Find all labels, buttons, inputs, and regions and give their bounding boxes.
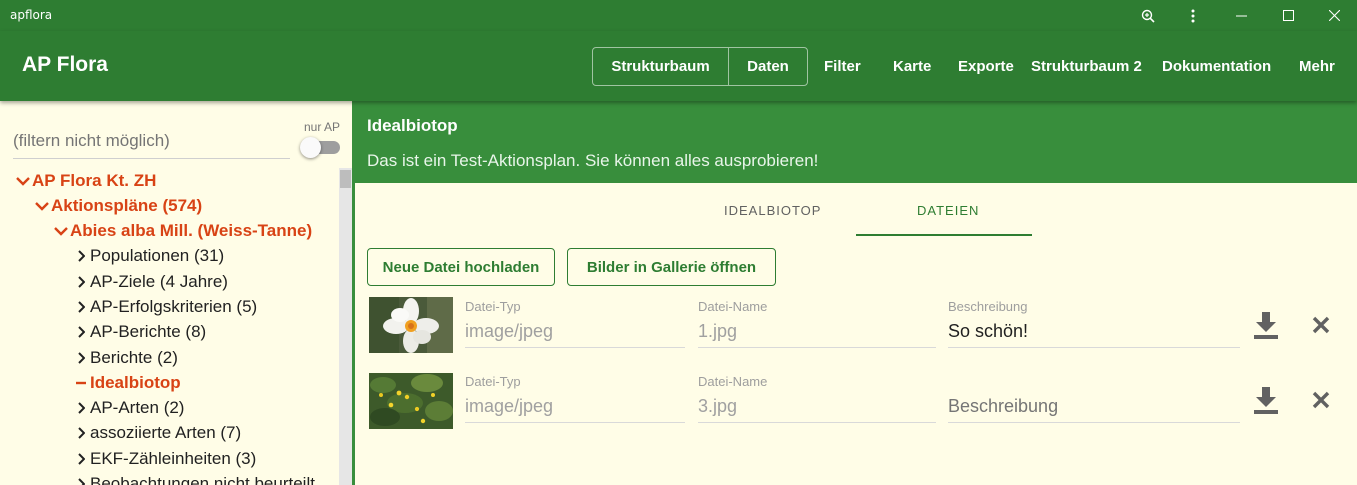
tree-node[interactable]: EKF-Zähleinheiten (3) — [72, 447, 256, 471]
nav-strukturbaum-button[interactable]: Strukturbaum — [593, 48, 729, 85]
detail-header: Idealbiotop Das ist ein Test-Aktionsplan… — [355, 101, 1357, 183]
tree-node-label: AP-Berichte (8) — [90, 322, 207, 341]
tree-node-label: AP-Arten (2) — [90, 398, 185, 417]
delete-file-icon[interactable] — [1306, 385, 1336, 415]
tree-node-label: Idealbiotop — [90, 373, 181, 392]
tree-node-label: EKF-Zähleinheiten (3) — [90, 449, 257, 468]
file-description-label — [948, 374, 1240, 389]
file-description-field[interactable]: Beschreibung — [948, 374, 1240, 423]
file-type-value: image/jpeg — [465, 321, 685, 348]
nav-strukturbaum2-button[interactable]: Strukturbaum 2 — [1031, 58, 1142, 75]
file-name-label: Datei-Name — [698, 299, 768, 314]
scrollbar-thumb[interactable] — [340, 170, 351, 188]
file-name-label: Datei-Name — [698, 374, 768, 389]
maximize-icon[interactable] — [1265, 0, 1311, 31]
app-bar: AP Flora Strukturbaum Daten Filter Karte… — [0, 31, 1357, 101]
more-vert-icon[interactable] — [1170, 0, 1216, 31]
window-titlebar: apflora — [0, 0, 1357, 31]
download-icon[interactable] — [1251, 310, 1281, 340]
nav-dokumentation-button[interactable]: Dokumentation — [1162, 58, 1271, 75]
upload-file-button[interactable]: Neue Datei hochladen — [367, 248, 555, 286]
nav-mehr-button[interactable]: Mehr — [1299, 58, 1335, 75]
tree-node[interactable]: AP-Arten (2) — [72, 396, 184, 420]
only-ap-label: nur AP — [304, 120, 341, 134]
chevron-right-icon — [72, 276, 90, 288]
chevron-right-icon — [72, 427, 90, 439]
chevron-right-icon — [72, 478, 90, 485]
file-description-label: Beschreibung — [948, 299, 1028, 314]
file-name-field: Datei-Name 3.jpg — [698, 374, 936, 423]
nav-toggle-group: Strukturbaum Daten — [592, 47, 808, 86]
file-description-input[interactable]: Beschreibung — [948, 396, 1240, 423]
tree-panel: (filtern nicht möglich) nur AP AP Flora … — [0, 101, 352, 485]
tree-node-label: assoziierte Arten (7) — [90, 423, 242, 442]
tree-node[interactable]: AP-Erfolgskriterien (5) — [72, 295, 257, 319]
tree-node-label: AP-Erfolgskriterien (5) — [90, 297, 258, 316]
chevron-right-icon — [72, 326, 90, 338]
tree-node[interactable]: Aktionspläne (574) — [33, 194, 202, 218]
tree-node-label: Abies alba Mill. (Weiss-Tanne) — [70, 221, 313, 240]
chevron-right-icon — [72, 301, 90, 313]
tree-node-label: Populationen (31) — [90, 246, 225, 265]
dash-icon — [72, 381, 90, 385]
tree-node[interactable]: AP-Berichte (8) — [72, 320, 206, 344]
chevron-right-icon — [72, 453, 90, 465]
tree-node[interactable]: Beobachtungen nicht beurteilt — [72, 472, 315, 485]
nav-karte-button[interactable]: Karte — [893, 58, 931, 75]
tree-node[interactable]: Berichte (2) — [72, 346, 178, 370]
nav-filter-button[interactable]: Filter — [824, 58, 861, 75]
file-name-value: 3.jpg — [698, 396, 936, 423]
chevron-down-icon — [14, 176, 32, 186]
detail-panel: Idealbiotop Das ist ein Test-Aktionsplan… — [352, 101, 1357, 485]
open-gallery-button[interactable]: Bilder in Gallerie öffnen — [567, 248, 776, 286]
tree-node-label: AP Flora Kt. ZH — [32, 171, 157, 190]
delete-file-icon[interactable] — [1306, 310, 1336, 340]
nav-daten-button[interactable]: Daten — [729, 48, 807, 85]
only-ap-switch[interactable] — [300, 137, 340, 158]
tree-node-label: Berichte (2) — [90, 348, 178, 367]
tree-node[interactable]: assoziierte Arten (7) — [72, 421, 241, 445]
tab-dateien[interactable]: DATEIEN — [917, 203, 979, 218]
tab-indicator — [856, 234, 1032, 236]
tab-idealbiotop[interactable]: IDEALBIOTOP — [724, 203, 821, 218]
file-name-value: 1.jpg — [698, 321, 936, 348]
tree-node[interactable]: Populationen (31) — [72, 244, 224, 268]
chevron-down-icon — [33, 201, 51, 211]
file-description-field[interactable]: Beschreibung So schön! — [948, 299, 1240, 348]
chevron-right-icon — [72, 352, 90, 364]
nav-exporte-button[interactable]: Exporte — [958, 58, 1014, 75]
file-type-field: Datei-Typ image/jpeg — [465, 299, 685, 348]
tree-filter-input[interactable]: (filtern nicht möglich) — [13, 131, 290, 159]
tree-node[interactable]: AP Flora Kt. ZH — [14, 169, 156, 193]
file-thumbnail[interactable] — [369, 373, 453, 429]
download-icon[interactable] — [1251, 385, 1281, 415]
tree-scrollbar[interactable] — [339, 168, 352, 485]
close-icon[interactable] — [1311, 0, 1357, 31]
file-type-value: image/jpeg — [465, 396, 685, 423]
file-type-label: Datei-Typ — [465, 374, 521, 389]
switch-thumb — [300, 137, 321, 158]
chevron-right-icon — [72, 250, 90, 262]
file-name-field: Datei-Name 1.jpg — [698, 299, 936, 348]
tree-node[interactable]: AP-Ziele (4 Jahre) — [72, 270, 228, 294]
window-title: apflora — [10, 8, 53, 22]
app-title: AP Flora — [22, 53, 108, 76]
zoom-icon[interactable] — [1125, 0, 1171, 31]
file-description-input[interactable]: So schön! — [948, 321, 1240, 348]
minimize-icon[interactable] — [1218, 0, 1264, 31]
tree-node-active[interactable]: Idealbiotop — [72, 371, 181, 395]
tree-node-label: Beobachtungen nicht beurteilt — [90, 474, 315, 485]
file-thumbnail[interactable] — [369, 297, 453, 353]
detail-title: Idealbiotop — [367, 116, 458, 135]
file-type-label: Datei-Typ — [465, 299, 521, 314]
chevron-down-icon — [52, 226, 70, 236]
tree-node-label: AP-Ziele (4 Jahre) — [90, 272, 228, 291]
tree-node[interactable]: Abies alba Mill. (Weiss-Tanne) — [52, 219, 312, 243]
tree-node-label: Aktionspläne (574) — [51, 196, 203, 215]
chevron-right-icon — [72, 402, 90, 414]
detail-subtitle: Das ist ein Test-Aktionsplan. Sie können… — [367, 151, 819, 170]
file-type-field: Datei-Typ image/jpeg — [465, 374, 685, 423]
